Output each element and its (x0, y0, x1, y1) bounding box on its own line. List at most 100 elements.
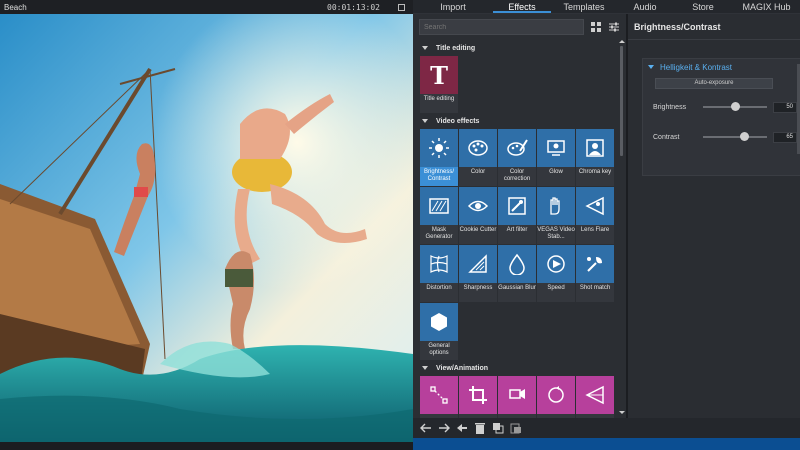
speed-icon (537, 245, 575, 283)
scroll-up-icon[interactable] (619, 40, 625, 43)
tile-sharpness[interactable]: Sharpness (459, 245, 497, 302)
effects-scrollbar[interactable] (618, 40, 625, 414)
tile-speed[interactable]: Speed (537, 245, 575, 302)
slider-knob[interactable] (740, 132, 750, 141)
scroll-thumb[interactable] (620, 46, 623, 156)
scroll-down-icon[interactable] (619, 411, 625, 414)
search-input[interactable] (419, 19, 585, 35)
tile-lens-flare[interactable]: Lens Flare (576, 187, 614, 244)
group-header[interactable]: Helligkeit & Kontrast (643, 59, 800, 75)
tile-brightness-contrast[interactable]: Brightness/ Contrast (420, 129, 458, 186)
slider-knob[interactable] (730, 102, 740, 111)
tab-import[interactable]: Import (413, 0, 493, 13)
distortion-grid-icon (420, 245, 458, 283)
tile-motion-path[interactable] (420, 376, 458, 418)
section-label: Video effects (436, 117, 480, 125)
sun-icon (420, 129, 458, 167)
tile-color[interactable]: Color (459, 129, 497, 186)
collapse-icon (422, 46, 428, 50)
tile-shot-match[interactable]: Shot match (576, 245, 614, 302)
section-video-effects[interactable]: Video effects (413, 113, 627, 129)
tile-label: Brightness/ Contrast (420, 167, 458, 186)
contrast-value[interactable]: 65 (773, 131, 797, 143)
tile-chroma-key[interactable]: Chroma key (576, 129, 614, 186)
copy-icon[interactable] (491, 421, 505, 435)
tile-general-options[interactable]: General options (420, 303, 458, 360)
effects-list: Title editing T Title editing Video effe… (413, 40, 627, 418)
tab-audio[interactable]: Audio (617, 0, 673, 13)
brightness-contrast-group: Helligkeit & Kontrast Auto-exposure Brig… (642, 58, 800, 176)
drop-icon (498, 245, 536, 283)
back-arrow-icon[interactable] (419, 421, 433, 435)
tile-color-correction[interactable]: Color correction (498, 129, 536, 186)
svg-text:T: T (430, 62, 448, 88)
tile-label: Shot match (579, 285, 611, 291)
contrast-slider[interactable] (703, 132, 767, 141)
section-label: Title editing (436, 44, 476, 52)
brightness-row: Brightness 50 (653, 101, 800, 113)
chroma-key-icon (576, 129, 614, 167)
tile-title-editing[interactable]: T Title editing (420, 56, 458, 113)
search-row (413, 14, 626, 40)
section-label: View/Animation (436, 364, 488, 372)
tile-art-filter[interactable]: Art filter (498, 187, 536, 244)
tab-store[interactable]: Store (673, 0, 733, 13)
lens-flare-icon (576, 187, 614, 225)
tile-label: Glow (549, 169, 563, 175)
brightness-value[interactable]: 50 (773, 101, 797, 113)
preview-footer (0, 442, 413, 450)
tab-magix-hub[interactable]: MAGIX Hub (733, 0, 800, 13)
media-pool-tabs: Import Effects Templates Audio Store MAG… (413, 0, 800, 14)
preview-title: Beach (4, 2, 27, 12)
collapse-icon (422, 119, 428, 123)
tile-label: Lens Flare (580, 227, 610, 233)
tile-vegas-video-stab[interactable]: VEGAS Video Stab... (537, 187, 575, 244)
grid-view-icon[interactable] (590, 21, 602, 33)
tile-label: Sharpness (463, 285, 493, 291)
letter-t-icon: T (420, 56, 458, 94)
tile-mask-generator[interactable]: Mask Generator (420, 187, 458, 244)
eye-icon (459, 187, 497, 225)
tab-effects[interactable]: Effects (493, 0, 551, 13)
effects-toolbar (413, 418, 800, 438)
group-title: Helligkeit & Kontrast (660, 62, 733, 72)
tile-label: VEGAS Video Stab... (537, 227, 575, 240)
tile-crop[interactable] (459, 376, 497, 418)
tile-perspective[interactable] (576, 376, 614, 418)
auto-exposure-button[interactable]: Auto-exposure (655, 78, 773, 89)
apply-effect-icon[interactable] (455, 421, 469, 435)
filter-settings-icon[interactable] (608, 21, 620, 33)
rotate-icon (537, 376, 575, 414)
brightness-slider[interactable] (703, 102, 767, 111)
delete-icon[interactable] (473, 421, 487, 435)
mask-icon (420, 187, 458, 225)
section-title-editing[interactable]: Title editing (413, 40, 627, 56)
tile-glow[interactable]: Glow (537, 129, 575, 186)
tab-templates[interactable]: Templates (551, 0, 617, 13)
tile-label: Title editing (423, 96, 455, 102)
tile-distortion[interactable]: Distortion (420, 245, 458, 302)
section-view-animation[interactable]: View/Animation (413, 360, 627, 376)
forward-arrow-icon[interactable] (437, 421, 451, 435)
paste-icon[interactable] (509, 421, 523, 435)
tile-gaussian-blur[interactable]: Gaussian Blur (498, 245, 536, 302)
tile-label: Color correction (503, 169, 531, 182)
tile-rotate[interactable] (537, 376, 575, 418)
properties-title: Brightness/Contrast (628, 14, 800, 40)
app-window: Beach 00:01:13:02 Import Effects Templat… (0, 0, 800, 450)
palette-brush-icon (498, 129, 536, 167)
video-effect-tiles: Brightness/ Contrast Color Color correct… (413, 129, 627, 360)
palette-icon (459, 129, 497, 167)
contrast-row: Contrast 65 (653, 131, 800, 143)
tile-camera-move[interactable] (498, 376, 536, 418)
effects-panel: Title editing T Title editing Video effe… (413, 14, 627, 418)
perspective-icon (576, 376, 614, 414)
tile-cookie-cutter[interactable]: Cookie Cutter (459, 187, 497, 244)
art-filter-icon (498, 187, 536, 225)
lamp-icon (537, 129, 575, 167)
fullscreen-icon[interactable] (398, 3, 405, 11)
tile-label: Gaussian Blur (498, 285, 536, 291)
camera-move-icon (498, 376, 536, 414)
tile-label: Speed (547, 285, 565, 291)
video-frame[interactable] (0, 14, 413, 442)
